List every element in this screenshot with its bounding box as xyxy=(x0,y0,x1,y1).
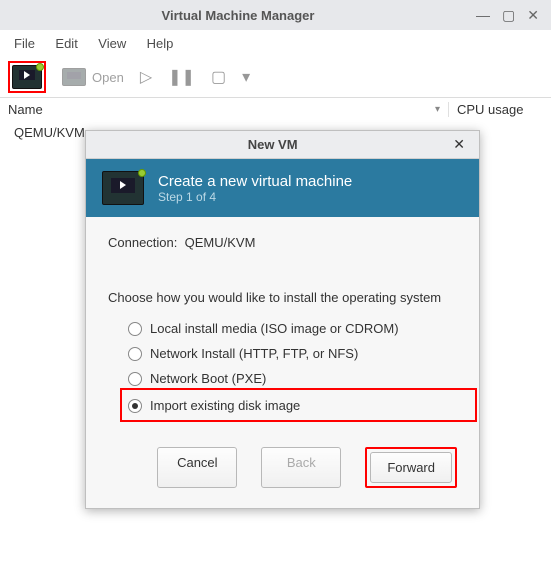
connection-label: Connection: xyxy=(108,235,177,250)
list-header: Name ▾ CPU usage xyxy=(0,98,551,117)
dialog-footer: Cancel Back Forward xyxy=(86,433,479,508)
vm-icon xyxy=(102,171,144,205)
window-title: Virtual Machine Manager xyxy=(6,8,470,23)
forward-button[interactable]: Forward xyxy=(370,452,452,483)
radio-import-disk[interactable]: Import existing disk image xyxy=(128,396,457,415)
col-name[interactable]: Name xyxy=(8,102,43,117)
new-vm-icon[interactable] xyxy=(12,65,42,89)
dialog-header: Create a new virtual machine Step 1 of 4 xyxy=(86,159,479,217)
toolbar: Open ▷ ❚❚ ▢ ▾ xyxy=(0,57,551,98)
maximize-icon[interactable]: ▢ xyxy=(496,7,521,24)
view-menu[interactable]: View xyxy=(90,32,134,55)
dialog-step: Step 1 of 4 xyxy=(158,190,352,204)
install-options: Local install media (ISO image or CDROM)… xyxy=(128,321,457,415)
highlight-new-vm xyxy=(8,61,46,93)
window-titlebar: Virtual Machine Manager — ▢ ✕ xyxy=(0,0,551,30)
radio-icon xyxy=(128,372,142,386)
dialog-body: Connection: QEMU/KVM Choose how you woul… xyxy=(86,217,479,433)
radio-label: Network Boot (PXE) xyxy=(150,371,266,386)
menubar: File Edit View Help xyxy=(0,30,551,57)
cancel-button[interactable]: Cancel xyxy=(157,447,237,488)
back-button[interactable]: Back xyxy=(261,447,341,488)
help-menu[interactable]: Help xyxy=(139,32,182,55)
edit-menu[interactable]: Edit xyxy=(47,32,85,55)
shutdown-icon[interactable]: ▢ xyxy=(211,67,226,87)
dialog-heading: Create a new virtual machine xyxy=(158,173,352,190)
dialog-title: New VM xyxy=(96,137,449,152)
open-button[interactable]: Open xyxy=(62,68,124,86)
highlight-forward: Forward xyxy=(365,447,457,488)
radio-network-install[interactable]: Network Install (HTTP, FTP, or NFS) xyxy=(128,346,457,361)
pause-icon[interactable]: ❚❚ xyxy=(168,67,195,87)
connection-value: QEMU/KVM xyxy=(185,235,256,250)
radio-icon xyxy=(128,322,142,336)
play-icon[interactable]: ▷ xyxy=(140,67,152,87)
radio-local-install[interactable]: Local install media (ISO image or CDROM) xyxy=(128,321,457,336)
monitor-icon xyxy=(62,68,86,86)
dialog-close-icon[interactable]: ✕ xyxy=(449,136,469,153)
open-label: Open xyxy=(92,70,124,85)
close-icon[interactable]: ✕ xyxy=(521,7,545,24)
radio-icon xyxy=(128,347,142,361)
radio-label: Local install media (ISO image or CDROM) xyxy=(150,321,399,336)
radio-network-boot[interactable]: Network Boot (PXE) xyxy=(128,371,457,386)
highlight-import xyxy=(120,388,477,422)
choose-label: Choose how you would like to install the… xyxy=(108,290,457,305)
radio-label: Network Install (HTTP, FTP, or NFS) xyxy=(150,346,358,361)
dialog-titlebar: New VM ✕ xyxy=(86,131,479,159)
sort-icon[interactable]: ▾ xyxy=(435,104,440,115)
dropdown-icon[interactable]: ▾ xyxy=(242,67,250,87)
new-vm-dialog: New VM ✕ Create a new virtual machine St… xyxy=(85,130,480,509)
col-cpu[interactable]: CPU usage xyxy=(448,102,543,117)
minimize-icon[interactable]: — xyxy=(470,7,496,23)
file-menu[interactable]: File xyxy=(6,32,43,55)
